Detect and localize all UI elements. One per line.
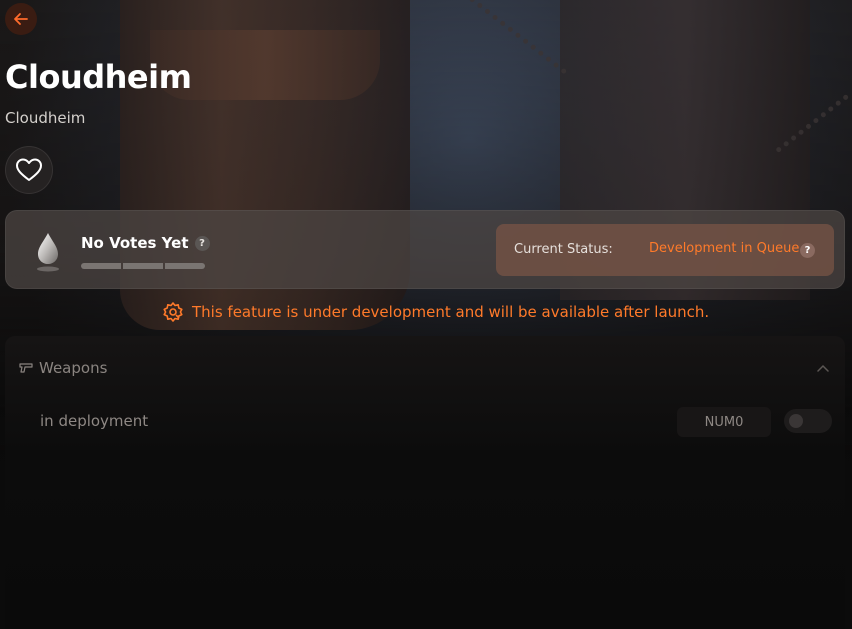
page-subtitle: Cloudheim — [5, 109, 86, 127]
vote-progress — [81, 263, 205, 269]
favorite-button[interactable] — [5, 146, 53, 194]
votes-title-text: No Votes Yet — [81, 234, 189, 252]
development-notice: This feature is under development and wi… — [162, 301, 709, 323]
back-button[interactable] — [5, 3, 37, 35]
status-label: Current Status: — [514, 242, 613, 257]
hotkey-button[interactable]: NUM0 — [677, 407, 771, 437]
weapons-panel: Weapons in deployment NUM0 — [5, 336, 845, 629]
background-chain-right — [775, 93, 852, 161]
page-title: Cloudheim — [5, 58, 192, 96]
chevron-up-icon[interactable] — [817, 361, 829, 375]
status-box: Current Status: Development in Queue ? — [496, 224, 834, 276]
weapon-toggle[interactable] — [784, 409, 832, 433]
status-value: Development in Queue — [649, 241, 800, 256]
background-chain — [432, 0, 568, 82]
vote-card: No Votes Yet? Current Status: Developmen… — [5, 210, 845, 289]
vote-bar-segment — [123, 263, 163, 269]
toggle-knob — [789, 414, 803, 428]
heart-icon — [16, 158, 42, 181]
notice-text: This feature is under development and wi… — [192, 303, 710, 321]
pistol-icon — [19, 362, 33, 374]
vote-drop-icon — [34, 231, 62, 277]
votes-help-icon[interactable]: ? — [194, 236, 210, 251]
vote-bar-segment — [165, 263, 205, 269]
weapons-section-header[interactable]: Weapons — [19, 359, 107, 377]
arrow-left-icon — [14, 13, 28, 25]
weapon-row-label: in deployment — [40, 412, 149, 430]
gear-warning-icon — [162, 301, 184, 323]
status-help-icon[interactable]: ? — [800, 243, 815, 258]
vote-bar-segment — [81, 263, 121, 269]
weapons-section-title: Weapons — [39, 359, 108, 377]
votes-title: No Votes Yet? — [81, 234, 210, 252]
